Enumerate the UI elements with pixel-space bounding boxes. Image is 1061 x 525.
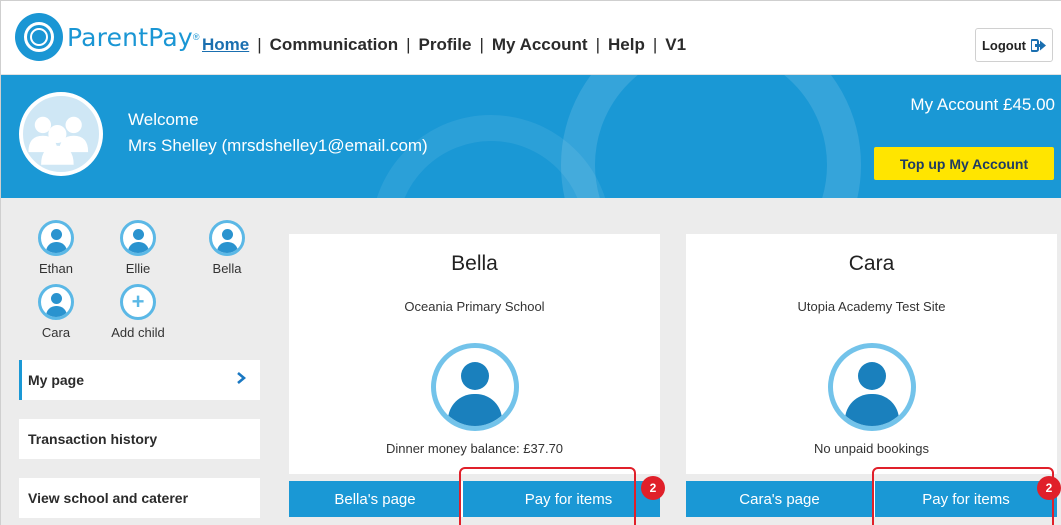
sidebar-item-transaction-history[interactable]: Transaction history [19, 419, 260, 459]
sidebar-item-my-page[interactable]: My page [19, 360, 260, 400]
welcome-banner: Welcome Mrs Shelley (mrsdshelley1@email.… [1, 75, 1061, 198]
step-badge: 2 [1037, 476, 1061, 500]
account-balance: My Account £45.00 [910, 95, 1055, 114]
child-ellie[interactable]: Ellie [108, 220, 168, 276]
nav-separator: | [652, 35, 658, 54]
nav-my-account[interactable]: My Account [492, 35, 588, 55]
nav-help[interactable]: Help [608, 35, 645, 55]
child-name: Ethan [39, 261, 73, 276]
step-badge: 2 [641, 476, 665, 500]
child-card-cara: Cara Utopia Academy Test Site No unpaid … [686, 234, 1057, 474]
sidebar-item-view-school-and-caterer[interactable]: View school and caterer [19, 478, 260, 518]
child-bella[interactable]: Bella [197, 220, 257, 276]
cara-page-button[interactable]: Cara's page [686, 481, 873, 517]
add-child-icon: + [120, 284, 156, 320]
logout-label: Logout [981, 37, 1027, 53]
child-card-status: No unpaid bookings [814, 441, 929, 456]
child-avatar-icon [120, 220, 156, 256]
add-child-label: Add child [111, 325, 165, 340]
banner-decoration [561, 75, 861, 198]
child-avatar-icon [209, 220, 245, 256]
welcome-text: Welcome [128, 110, 199, 129]
logout-icon [1031, 38, 1047, 52]
nav-separator: | [595, 35, 600, 54]
chevron-right-icon [236, 371, 247, 389]
child-cara[interactable]: Cara [26, 284, 86, 340]
sidebar: Ethan Ellie Bella Cara + Add child My pa… [1, 198, 275, 525]
sidebar-item-label: Transaction history [28, 431, 158, 447]
child-name: Bella [212, 261, 242, 276]
main-nav: Home | Communication | Profile | My Acco… [202, 35, 686, 55]
sidebar-item-label: My page [28, 372, 85, 388]
child-card-school: Utopia Academy Test Site [797, 299, 946, 314]
nav-communication[interactable]: Communication [270, 35, 398, 55]
child-avatar-icon [38, 220, 74, 256]
child-name: Ellie [125, 261, 151, 276]
nav-v1[interactable]: V1 [665, 35, 686, 55]
child-avatar-icon [828, 343, 916, 431]
logout-button[interactable]: Logout [975, 28, 1053, 62]
child-card-name: Cara [848, 252, 895, 275]
brand-reg-mark: ® [192, 32, 200, 42]
brand-name: ParentPay [67, 22, 193, 52]
parentpay-logo-icon [15, 13, 63, 61]
parentpay-logo[interactable]: ParentPay ® [15, 12, 200, 62]
child-name: Cara [41, 325, 71, 340]
child-avatar-icon [431, 343, 519, 431]
child-card-name: Bella [451, 252, 498, 275]
top-up-button[interactable]: Top up My Account [874, 147, 1054, 180]
highlight-box [459, 467, 636, 525]
child-ethan[interactable]: Ethan [26, 220, 86, 276]
top-bar: ParentPay ® Home | Communication | Profil… [1, 1, 1061, 75]
child-card-status: Dinner money balance: £37.70 [385, 441, 564, 456]
nav-separator: | [406, 35, 411, 54]
add-child-button[interactable]: + Add child [108, 284, 168, 340]
highlight-box [872, 467, 1054, 525]
nav-home[interactable]: Home [202, 35, 249, 55]
nav-separator: | [257, 35, 262, 54]
sidebar-item-label: View school and caterer [28, 490, 189, 506]
nav-separator: | [479, 35, 484, 54]
child-avatar-icon [38, 284, 74, 320]
child-card-bella: Bella Oceania Primary School Dinner mone… [289, 234, 660, 474]
family-avatar-icon [19, 92, 103, 176]
child-card-school: Oceania Primary School [404, 299, 545, 314]
nav-profile[interactable]: Profile [419, 35, 472, 55]
user-name-email: Mrs Shelley (mrsdshelley1@email.com) [128, 136, 428, 155]
bella-page-button[interactable]: Bella's page [289, 481, 461, 517]
